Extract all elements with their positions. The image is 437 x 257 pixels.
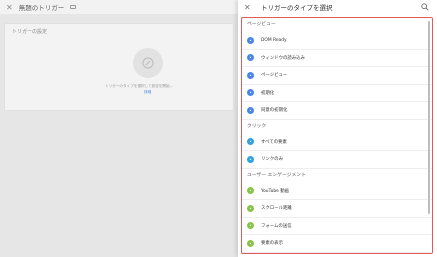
trigger-type-label: リンクのみ bbox=[261, 157, 283, 163]
trigger-type-label: ウィンドウの読み込み bbox=[261, 55, 305, 61]
play-icon: • bbox=[247, 187, 254, 195]
trigger-type-label: 初期化 bbox=[261, 90, 275, 96]
panel-header: ✕ トリガーのタイプを選択 bbox=[238, 0, 437, 14]
edit-icon bbox=[142, 57, 154, 69]
section-header: ユーザー エンゲージメント bbox=[247, 172, 306, 178]
section-header: ページビュー bbox=[247, 22, 276, 27]
trigger-placeholder-icon[interactable] bbox=[133, 48, 163, 78]
trigger-type-item[interactable]: • DOM Ready bbox=[242, 32, 432, 50]
panel-title: トリガーのタイプを選択 bbox=[261, 4, 333, 12]
trigger-type-item[interactable]: • スクロール距離 bbox=[242, 200, 432, 218]
window-icon: • bbox=[247, 54, 254, 62]
trigger-type-items: ページビュー • DOM Ready • ウィンドウの読み込み • ページビュー • 初期化 • 同… bbox=[242, 18, 432, 253]
trigger-type-label: 要素の表示 bbox=[261, 241, 283, 247]
trigger-type-label: ページビュー bbox=[261, 73, 288, 79]
trigger-type-panel: ✕ トリガーのタイプを選択 ページビュー • DOM Ready • ウィンドウの読み込… bbox=[238, 0, 437, 257]
trigger-type-item[interactable]: • ページビュー bbox=[242, 67, 432, 85]
trigger-type-item[interactable]: • 要素の表示 bbox=[242, 235, 432, 253]
eye-icon: • bbox=[247, 71, 254, 79]
trigger-type-item[interactable]: • 初期化 bbox=[242, 85, 432, 102]
trigger-type-item[interactable]: • フォームの送信 bbox=[242, 218, 432, 235]
visibility-icon: • bbox=[247, 239, 254, 247]
trigger-editor: ✕ 無題のトリガー トリガーの設定 トリガーのタイプを選択して設定を開始... … bbox=[0, 0, 238, 257]
trigger-type-label: DOM Ready bbox=[261, 37, 287, 43]
link-icon: • bbox=[247, 155, 254, 163]
hint-text: トリガーのタイプを選択して設定を開始... bbox=[105, 84, 174, 88]
details-link[interactable]: 詳細 bbox=[144, 90, 151, 95]
power-icon: • bbox=[247, 89, 254, 97]
trigger-config-card: トリガーの設定 トリガーのタイプを選択して設定を開始... 詳細 bbox=[5, 24, 233, 110]
editor-header: ✕ 無題のトリガー bbox=[0, 0, 238, 14]
form-icon: • bbox=[247, 222, 254, 230]
cursor-icon: • bbox=[247, 138, 254, 146]
trigger-type-item[interactable]: • 同意の初期化 bbox=[242, 102, 432, 120]
folder-icon[interactable] bbox=[70, 5, 77, 9]
trigger-type-item[interactable]: • リンクのみ bbox=[242, 151, 432, 169]
shield-icon: • bbox=[247, 106, 254, 114]
card-title: トリガーの設定 bbox=[12, 29, 48, 35]
trigger-type-label: すべての要素 bbox=[261, 139, 287, 145]
trigger-type-item[interactable]: • ウィンドウの読み込み bbox=[242, 50, 432, 67]
trigger-type-label: スクロール距離 bbox=[261, 206, 292, 212]
trigger-type-item[interactable]: • YouTube 動画 bbox=[242, 183, 432, 200]
trigger-type-label: フォームの送信 bbox=[261, 223, 292, 229]
close-icon[interactable]: ✕ bbox=[6, 3, 13, 12]
scrollbar[interactable] bbox=[428, 21, 430, 214]
trigger-type-label: YouTube 動画 bbox=[261, 188, 290, 194]
section-header: クリック bbox=[247, 123, 267, 129]
scroll-icon: • bbox=[247, 204, 254, 212]
trigger-type-item[interactable]: • すべての要素 bbox=[242, 134, 432, 151]
trigger-type-list: ページビュー • DOM Ready • ウィンドウの読み込み • ページビュー • 初期化 • 同… bbox=[241, 17, 433, 254]
document-icon: • bbox=[247, 36, 254, 44]
trigger-type-label: 同意の初期化 bbox=[261, 108, 288, 114]
close-icon[interactable]: ✕ bbox=[244, 3, 256, 12]
search-icon[interactable] bbox=[421, 3, 429, 11]
trigger-name[interactable]: 無題のトリガー bbox=[19, 2, 65, 12]
